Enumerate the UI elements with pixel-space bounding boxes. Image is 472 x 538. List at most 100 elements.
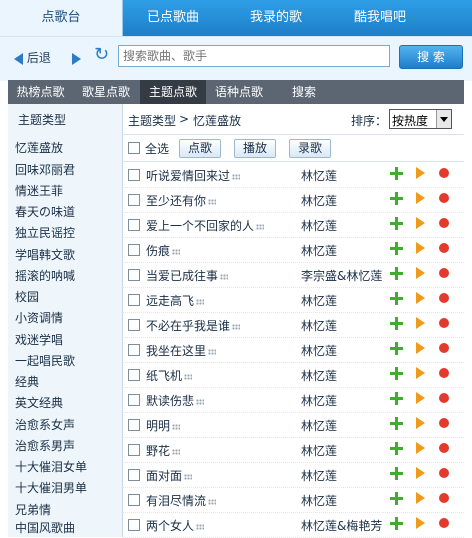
song-title[interactable]: 面对面 — [146, 467, 193, 484]
play-icon[interactable] — [416, 292, 425, 304]
sidebar-item[interactable]: 治愈系女声 — [15, 415, 75, 435]
row-checkbox[interactable] — [128, 519, 140, 531]
search-input[interactable] — [118, 45, 390, 67]
add-icon[interactable] — [390, 217, 403, 230]
play-icon[interactable] — [416, 192, 425, 204]
play-icon[interactable] — [416, 342, 425, 354]
record-icon[interactable] — [439, 318, 449, 328]
song-title[interactable]: 两个女人 — [146, 517, 205, 534]
play-icon[interactable] — [416, 467, 425, 479]
add-icon[interactable] — [390, 317, 403, 330]
row-checkbox[interactable] — [128, 469, 140, 481]
add-icon[interactable] — [390, 267, 403, 280]
song-artist[interactable]: 林忆莲 — [301, 367, 337, 384]
forward-button[interactable] — [72, 48, 81, 68]
add-icon[interactable] — [390, 292, 403, 305]
sidebar-item[interactable]: 英文经典 — [15, 393, 63, 413]
song-artist[interactable]: 林忆莲 — [301, 467, 337, 484]
song-artist[interactable]: 林忆莲 — [301, 492, 337, 509]
row-checkbox[interactable] — [128, 294, 140, 306]
song-artist[interactable]: 林忆莲 — [301, 342, 337, 359]
play-icon[interactable] — [416, 517, 425, 529]
row-checkbox[interactable] — [128, 194, 140, 206]
play-icon[interactable] — [416, 392, 425, 404]
tab-my-recordings[interactable]: 我录的歌 — [226, 0, 326, 36]
row-checkbox[interactable] — [128, 244, 140, 256]
add-icon[interactable] — [390, 467, 403, 480]
select-all-checkbox[interactable] — [128, 142, 140, 154]
sidebar-item[interactable]: 摇滚的呐喊 — [15, 266, 75, 286]
sidebar-item[interactable]: 学唱韩文歌 — [15, 245, 75, 265]
row-checkbox[interactable] — [128, 344, 140, 356]
sidebar-item[interactable]: 春天の味道 — [15, 202, 75, 222]
row-checkbox[interactable] — [128, 419, 140, 431]
song-title[interactable]: 明明 — [146, 417, 181, 434]
record-icon[interactable] — [439, 293, 449, 303]
sidebar-item[interactable]: 戏迷学唱 — [15, 330, 63, 350]
sidebar-item[interactable]: 独立民谣控 — [15, 223, 75, 243]
row-checkbox[interactable] — [128, 219, 140, 231]
song-artist[interactable]: 林忆莲 — [301, 242, 337, 259]
song-title[interactable]: 不必在乎我是谁 — [146, 317, 241, 334]
record-icon[interactable] — [439, 268, 449, 278]
play-icon[interactable] — [416, 242, 425, 254]
sidebar-item[interactable]: 十大催泪男单 — [15, 478, 87, 498]
search-button[interactable]: 搜 索 — [399, 45, 463, 69]
row-checkbox[interactable] — [128, 369, 140, 381]
tab-hot-chart[interactable]: 热榜点歌 — [8, 80, 73, 104]
add-icon[interactable] — [390, 242, 403, 255]
sidebar-item[interactable]: 忆莲盛放 — [15, 138, 63, 158]
tab-song-request[interactable]: 点歌台 — [0, 0, 123, 36]
song-artist[interactable]: 林忆莲 — [301, 167, 337, 184]
play-icon[interactable] — [416, 267, 425, 279]
song-title[interactable]: 有泪尽情流 — [146, 492, 217, 509]
add-icon[interactable] — [390, 392, 403, 405]
song-title[interactable]: 爱上一个不回家的人 — [146, 217, 265, 234]
tab-requested-songs[interactable]: 已点歌曲 — [123, 0, 223, 36]
sidebar-item[interactable]: 回味邓丽君 — [15, 160, 75, 180]
back-button[interactable]: 后退 — [14, 48, 51, 68]
record-icon[interactable] — [439, 368, 449, 378]
record-icon[interactable] — [439, 443, 449, 453]
song-artist[interactable]: 李宗盛&林忆莲 — [301, 267, 382, 284]
song-artist[interactable]: 林忆莲 — [301, 292, 337, 309]
tab-language[interactable]: 语种点歌 — [207, 80, 271, 104]
sidebar-item[interactable]: 中国风歌曲 — [15, 518, 75, 538]
record-icon[interactable] — [439, 343, 449, 353]
row-checkbox[interactable] — [128, 394, 140, 406]
add-icon[interactable] — [390, 417, 403, 430]
refresh-icon[interactable]: ↻ — [94, 45, 109, 65]
add-icon[interactable] — [390, 442, 403, 455]
play-icon[interactable] — [416, 217, 425, 229]
record-icon[interactable] — [439, 243, 449, 253]
sort-select[interactable]: 按热度 — [389, 109, 452, 129]
add-icon[interactable] — [390, 192, 403, 205]
record-icon[interactable] — [439, 418, 449, 428]
sidebar-item[interactable]: 治愈系男声 — [15, 436, 75, 456]
sidebar-item[interactable]: 一起唱民歌 — [15, 351, 75, 371]
add-icon[interactable] — [390, 492, 403, 505]
breadcrumb-root[interactable]: 主题类型 — [128, 112, 176, 129]
play-icon[interactable] — [416, 167, 425, 179]
song-title[interactable]: 当爱已成往事 — [146, 267, 229, 284]
add-icon[interactable] — [390, 342, 403, 355]
row-checkbox[interactable] — [128, 269, 140, 281]
sing-button[interactable]: 点歌 — [179, 139, 222, 158]
tab-theme[interactable]: 主题点歌 — [140, 80, 206, 104]
add-icon[interactable] — [390, 167, 403, 180]
record-icon[interactable] — [439, 393, 449, 403]
play-icon[interactable] — [416, 442, 425, 454]
row-checkbox[interactable] — [128, 319, 140, 331]
song-artist[interactable]: 林忆莲 — [301, 392, 337, 409]
song-title[interactable]: 远走高飞 — [146, 292, 205, 309]
record-icon[interactable] — [439, 168, 449, 178]
row-checkbox[interactable] — [128, 169, 140, 181]
add-icon[interactable] — [390, 367, 403, 380]
song-artist[interactable]: 林忆莲 — [301, 417, 337, 434]
song-title[interactable]: 我坐在这里 — [146, 342, 217, 359]
song-title[interactable]: 听说爱情回来过 — [146, 167, 241, 184]
tab-singer[interactable]: 歌星点歌 — [74, 80, 138, 104]
row-checkbox[interactable] — [128, 494, 140, 506]
play-icon[interactable] — [416, 367, 425, 379]
sidebar-item[interactable]: 校园 — [15, 287, 39, 307]
